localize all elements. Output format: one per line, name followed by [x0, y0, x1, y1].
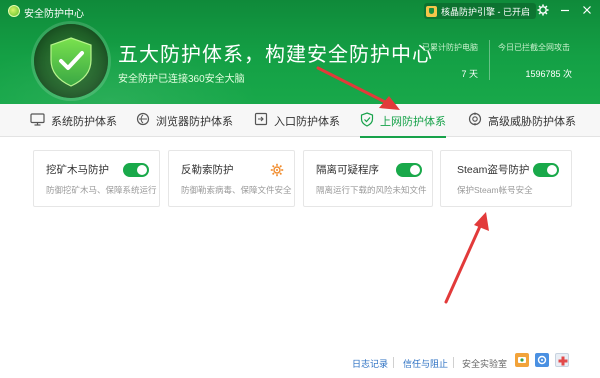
- minimize-icon[interactable]: [558, 4, 572, 18]
- network-tool-icon[interactable]: [535, 353, 549, 367]
- card-isolate-suspicious-programs: 隔离可疑程序 隔离运行下载的风险未知文件: [303, 150, 433, 207]
- header-banner: 安全防护中心 核晶防护引擎 - 已开启 五大防护体系，构建安全防护中心 安全防护…: [0, 0, 600, 104]
- tab-label: 浏览器防护体系: [156, 115, 233, 128]
- security-lab-label[interactable]: 安全实验室: [462, 357, 507, 370]
- steam-protection-toggle[interactable]: [533, 163, 559, 177]
- ransomware-settings-gear-icon[interactable]: [270, 163, 284, 177]
- tab-label: 上网防护体系: [380, 115, 446, 128]
- protection-shield-emblem: [34, 24, 108, 98]
- lab-tool-icon[interactable]: [515, 353, 529, 367]
- tab-label: 入口防护体系: [274, 115, 340, 128]
- tab-advanced-threat-protection[interactable]: 高级威胁防护体系: [468, 104, 576, 137]
- engine-status-badge[interactable]: 核晶防护引擎 - 已开启: [424, 3, 536, 19]
- title-bar: 安全防护中心 核晶防护引擎 - 已开启: [0, 0, 600, 22]
- stat-value: 1596785 次: [525, 69, 572, 79]
- monitor-icon: [30, 112, 45, 129]
- card-description: 防御勒索病毒、保障文件安全: [181, 185, 292, 195]
- footer-bar: 日志记录 信任与阻止 安全实验室: [0, 346, 600, 378]
- card-title: 反勒索防护: [181, 164, 234, 176]
- footer-divider: [393, 357, 394, 368]
- tab-label: 系统防护体系: [51, 115, 117, 128]
- trust-and-block-link[interactable]: 信任与阻止: [403, 357, 448, 370]
- tab-entrance-protection[interactable]: 入口防护体系: [254, 104, 340, 137]
- stat-divider: [489, 40, 490, 80]
- stat-label: 已累计防护电脑: [422, 43, 478, 52]
- window-title: 安全防护中心: [24, 9, 84, 20]
- settings-gear-icon[interactable]: [536, 4, 550, 18]
- tab-system-protection[interactable]: 系统防护体系: [30, 104, 117, 137]
- stat-protected-days: 已累计防护电脑 7 天: [414, 42, 478, 80]
- card-steam-account-protection: Steam盗号防护 保护Steam帐号安全: [440, 150, 572, 207]
- entrance-icon: [254, 112, 268, 129]
- threat-icon: [468, 112, 482, 129]
- log-records-link[interactable]: 日志记录: [352, 357, 388, 370]
- card-mining-trojan-protection: 挖矿木马防护 防御挖矿木马、保障系统运行: [33, 150, 160, 207]
- tab-bar: 系统防护体系 浏览器防护体系 入口防护体系 上网防护体系 高级威胁防护体系: [0, 104, 600, 138]
- tab-label: 高级威胁防护体系: [488, 115, 576, 128]
- card-title: Steam盗号防护: [457, 164, 530, 176]
- first-aid-tool-icon[interactable]: [555, 353, 569, 367]
- card-title: 挖矿木马防护: [46, 164, 109, 176]
- card-title: 隔离可疑程序: [316, 164, 379, 176]
- shield-icon: [360, 111, 374, 130]
- isolation-toggle[interactable]: [396, 163, 422, 177]
- stat-value: 7 天: [461, 69, 478, 79]
- browser-icon: [136, 112, 150, 129]
- close-icon[interactable]: [580, 4, 594, 18]
- connection-status: 安全防护已连接360安全大脑: [118, 74, 245, 85]
- card-description: 隔离运行下载的风险未知文件: [316, 185, 427, 195]
- tab-internet-protection[interactable]: 上网防护体系: [360, 104, 446, 138]
- headline: 五大防护体系，构建安全防护中心: [118, 44, 433, 66]
- shield-check-icon: [50, 37, 92, 87]
- app-logo-icon: [8, 5, 20, 17]
- arrow-to-steam-card: [444, 212, 489, 304]
- tab-browser-protection[interactable]: 浏览器防护体系: [136, 104, 233, 137]
- card-description: 防御挖矿木马、保障系统运行: [46, 185, 157, 195]
- engine-shield-icon: [426, 5, 437, 17]
- stat-blocked-attacks: 今日已拦截全网攻击 1596785 次: [498, 42, 572, 80]
- mining-protection-toggle[interactable]: [123, 163, 149, 177]
- card-ransomware-protection: 反勒索防护 防御勒索病毒、保障文件安全: [168, 150, 295, 207]
- stat-label: 今日已拦截全网攻击: [498, 43, 570, 52]
- engine-status-label: 核晶防护引擎 - 已开启: [441, 6, 530, 17]
- card-description: 保护Steam帐号安全: [457, 185, 533, 195]
- footer-divider: [453, 357, 454, 368]
